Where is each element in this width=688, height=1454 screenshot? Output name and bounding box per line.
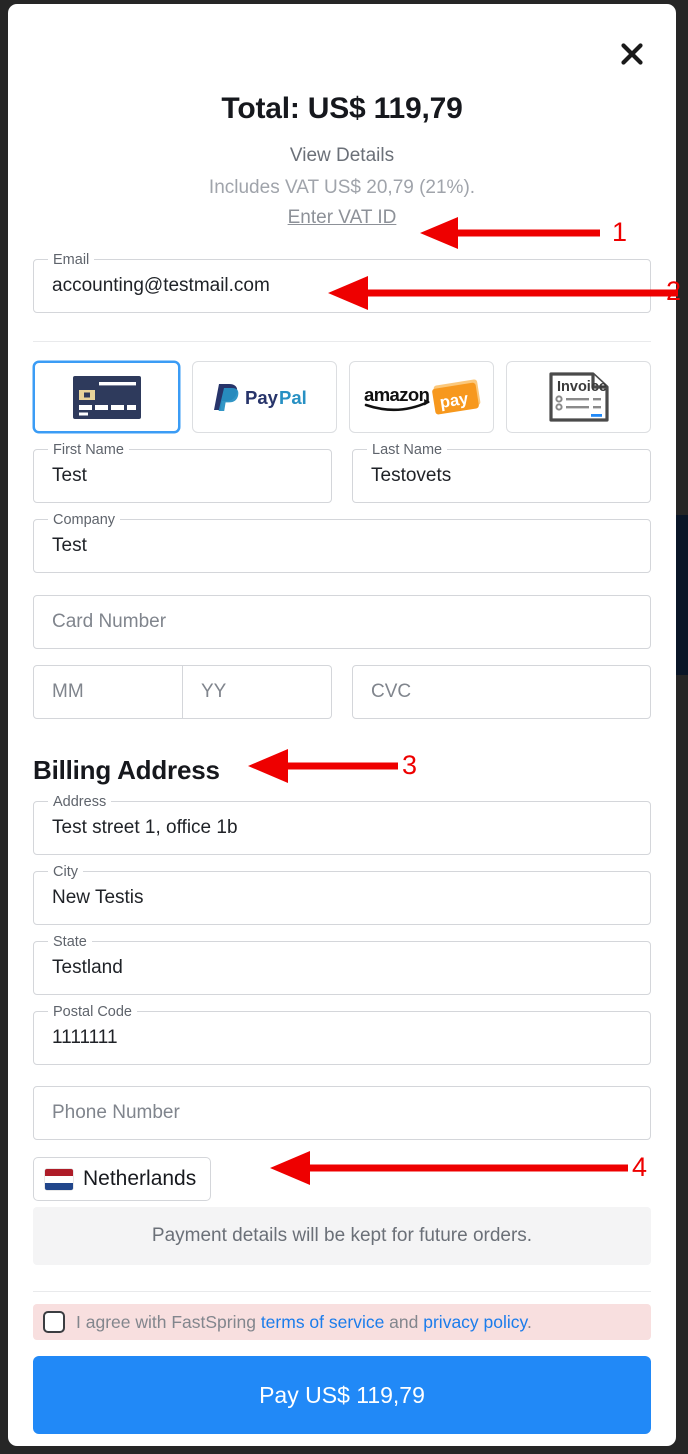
country-select[interactable]: Netherlands	[33, 1157, 212, 1201]
cvc-wrap: CVC	[352, 665, 651, 719]
postal-code-field[interactable]: Postal Code 1111111	[33, 1003, 651, 1065]
first-name-label: First Name	[48, 441, 129, 459]
payment-method-amazon-pay[interactable]: amazon pay	[349, 361, 494, 433]
privacy-policy-link[interactable]: privacy policy	[423, 1312, 527, 1332]
invoice-icon: Invoice	[548, 372, 609, 422]
payment-method-list: Pay Pal amazon pay Invoice	[33, 361, 651, 433]
close-icon-glyph	[621, 43, 643, 65]
email-label: Email	[48, 251, 95, 269]
annotation-number-3: 3	[402, 750, 418, 780]
pay-button[interactable]: Pay US$ 119,79	[33, 1356, 651, 1434]
postal-code-label: Postal Code	[48, 1003, 137, 1021]
expiry-year-field[interactable]: YY	[183, 665, 332, 719]
annotation-number-4: 4	[632, 1152, 648, 1182]
phone-number-field[interactable]: Phone Number	[33, 1086, 651, 1140]
expiry-month-placeholder: MM	[52, 681, 84, 702]
netherlands-flag-icon	[45, 1168, 73, 1190]
name-row: First Name Test Last Name Testovets	[33, 433, 651, 503]
postal-code-value: 1111111	[52, 1027, 118, 1048]
state-value: Testland	[52, 957, 123, 978]
company-field[interactable]: Company Test	[33, 511, 651, 573]
annotation-number-1: 1	[612, 217, 628, 247]
state-field[interactable]: State Testland	[33, 933, 651, 995]
first-name-field[interactable]: First Name Test	[33, 441, 332, 503]
modal-content: Total: US$ 119,79 View Details Includes …	[8, 4, 676, 1434]
cvc-placeholder: CVC	[371, 681, 412, 702]
payment-method-credit-card[interactable]	[33, 361, 180, 433]
enter-vat-id-link[interactable]: Enter VAT ID	[288, 207, 397, 228]
terms-checkbox[interactable]	[43, 1311, 65, 1333]
expiry-year-placeholder: YY	[201, 681, 227, 702]
enter-vat-id-link-wrap: Enter VAT ID	[33, 207, 651, 229]
city-label: City	[48, 863, 83, 881]
view-details-link[interactable]: View Details	[33, 145, 651, 167]
svg-text:Pal: Pal	[279, 387, 307, 408]
address-value: Test street 1, office 1b	[52, 817, 238, 838]
terms-of-service-link[interactable]: terms of service	[261, 1312, 385, 1332]
state-label: State	[48, 933, 92, 951]
terms-agreement-row: I agree with FastSpring terms of service…	[33, 1304, 651, 1340]
divider-bottom	[33, 1291, 651, 1292]
svg-text:Invoice: Invoice	[557, 379, 607, 395]
payment-method-paypal[interactable]: Pay Pal	[192, 361, 337, 433]
svg-text:amazon: amazon	[364, 384, 430, 405]
page-title: Total: US$ 119,79	[221, 92, 463, 125]
expiry-month-field[interactable]: MM	[33, 665, 183, 719]
email-value: accounting@testmail.com	[52, 275, 270, 296]
address-label: Address	[48, 793, 112, 811]
email-field[interactable]: Email accounting@testmail.com	[33, 251, 651, 313]
terms-prefix: I agree with FastSpring	[76, 1311, 261, 1332]
last-name-field[interactable]: Last Name Testovets	[352, 441, 651, 503]
svg-text:Pay: Pay	[245, 387, 279, 408]
company-value: Test	[52, 535, 87, 556]
checkout-modal: Total: US$ 119,79 View Details Includes …	[8, 4, 676, 1446]
card-expiry-row: MM YY CVC	[33, 665, 651, 719]
vat-included-text: Includes VAT US$ 20,79 (21%).	[208, 177, 476, 198]
billing-address-title: Billing Address	[33, 755, 220, 785]
terms-suffix: .	[527, 1311, 532, 1332]
payment-retention-notice: Payment details will be kept for future …	[33, 1207, 651, 1265]
paypal-icon: Pay Pal	[213, 384, 307, 411]
annotation-number-2: 2	[666, 276, 682, 306]
company-label: Company	[48, 511, 121, 529]
amazon-pay-icon: amazon pay	[364, 379, 480, 415]
credit-card-icon	[72, 376, 141, 419]
address-field[interactable]: Address Test street 1, office 1b	[33, 793, 651, 855]
first-name-value: Test	[52, 465, 87, 486]
terms-middle: and	[384, 1311, 424, 1332]
divider	[33, 341, 651, 342]
phone-number-placeholder: Phone Number	[52, 1102, 180, 1123]
last-name-value: Testovets	[371, 465, 452, 486]
close-icon[interactable]	[610, 32, 654, 76]
last-name-label: Last Name	[367, 441, 448, 459]
expiry-group: MM YY	[33, 665, 332, 719]
card-number-placeholder: Card Number	[52, 611, 167, 632]
cvc-field[interactable]: CVC	[352, 665, 651, 719]
terms-text: I agree with FastSpring terms of service…	[76, 1312, 532, 1333]
city-value: New Testis	[52, 887, 144, 908]
card-number-field[interactable]: Card Number	[33, 595, 651, 649]
country-value: Netherlands	[83, 1167, 197, 1190]
payment-method-invoice[interactable]: Invoice	[506, 361, 651, 433]
city-field[interactable]: City New Testis	[33, 863, 651, 925]
